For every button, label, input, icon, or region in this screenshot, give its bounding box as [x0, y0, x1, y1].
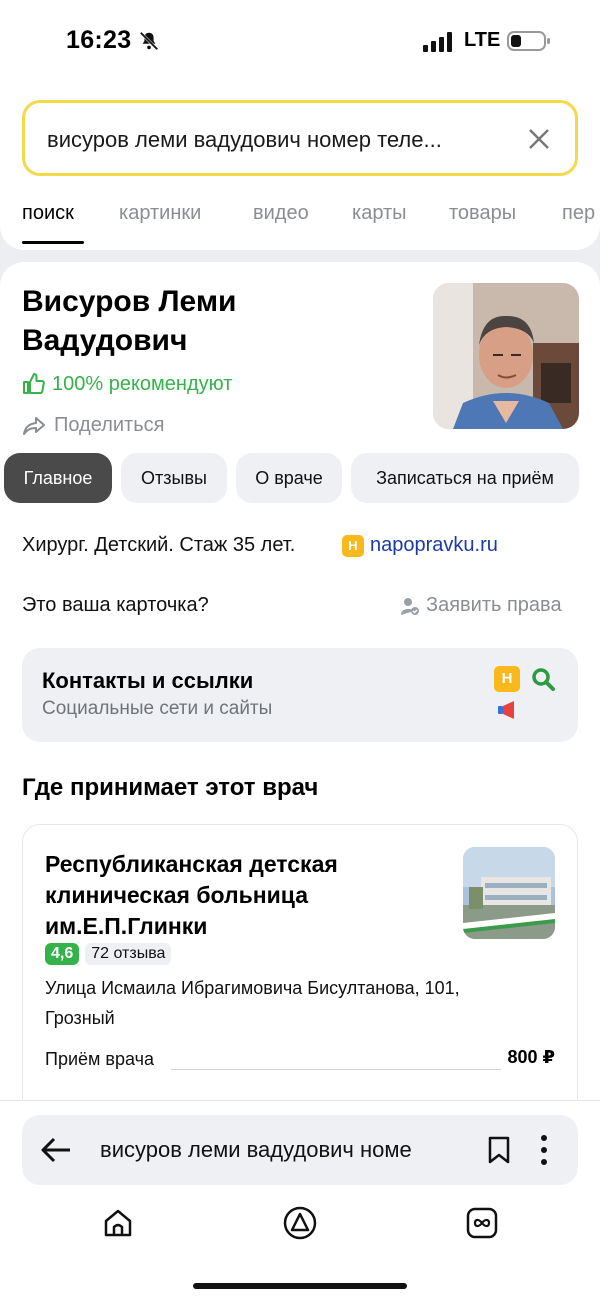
active-tab-underline	[22, 241, 84, 244]
doctor-card: Висуров Леми Вадудович 100% рекомендуют …	[0, 262, 600, 1124]
recommend-text: 100% рекомендуют	[52, 372, 233, 395]
cellular-signal-icon	[423, 32, 452, 52]
chip-book[interactable]: Записаться на приём	[351, 453, 579, 503]
clinic-rating: 4,6 72 отзыва	[45, 943, 172, 965]
contacts-icons: Н	[494, 666, 558, 726]
your-card-question: Это ваша карточка?	[22, 594, 209, 616]
network-type: LTE	[464, 29, 501, 51]
search-tabs: поиск картинки видео карты товары пер	[0, 196, 600, 250]
clear-icon[interactable]	[525, 125, 553, 153]
status-bar: 16:23 LTE	[0, 24, 600, 60]
share-label: Поделиться	[54, 414, 165, 436]
bottom-bar: висуров леми вадудович номе	[0, 1100, 600, 1300]
person-check-icon	[401, 597, 419, 615]
search-query[interactable]: висуров леми вадудович номер теле...	[47, 127, 517, 153]
recommend-line: 100% рекомендуют	[22, 372, 232, 396]
clinic-card[interactable]: Республиканская детская клиническая боль…	[22, 824, 578, 1124]
tab-images[interactable]: картинки	[119, 202, 201, 225]
battery-icon	[507, 31, 550, 51]
top-panel: 16:23 LTE висуров леми вадудович номер т…	[0, 0, 600, 250]
megaphone-icon	[498, 701, 514, 719]
tab-more[interactable]: пер	[562, 202, 595, 225]
chip-about[interactable]: О враче	[236, 453, 342, 503]
contacts-title: Контакты и ссылки	[42, 668, 254, 693]
claim-rights-button[interactable]: Заявить права	[400, 594, 562, 617]
claim-rights-label: Заявить права	[426, 594, 562, 616]
chip-main[interactable]: Главное	[4, 453, 112, 503]
doctor-name: Висуров Леми Вадудович	[22, 285, 237, 357]
tabs-icon[interactable]	[464, 1205, 500, 1241]
rating-badge: 4,6	[45, 943, 80, 965]
doctor-photo[interactable]	[433, 283, 579, 429]
share-icon	[23, 416, 45, 435]
price-label: Приём врача	[45, 1049, 154, 1069]
where-heading: Где принимает этот врач	[22, 774, 319, 801]
alice-assistant-icon[interactable]	[282, 1205, 318, 1241]
tab-maps[interactable]: карты	[352, 202, 407, 225]
clinic-photo[interactable]	[463, 847, 555, 939]
search-icon	[532, 668, 555, 691]
price-value: 800 ₽	[507, 1047, 555, 1067]
bookmark-icon[interactable]	[486, 1135, 512, 1165]
share-button[interactable]: Поделиться	[22, 414, 164, 437]
bell-muted-icon	[139, 31, 159, 51]
price-leader	[171, 1069, 501, 1070]
more-options-icon[interactable]	[538, 1133, 550, 1167]
napopravku-icon: Н	[494, 666, 520, 692]
back-arrow-icon[interactable]	[40, 1135, 72, 1165]
bottom-nav	[0, 1201, 600, 1251]
napopravku-icon: Н	[342, 534, 364, 557]
address-bar[interactable]: висуров леми вадудович номе	[22, 1115, 578, 1185]
tab-search[interactable]: поиск	[22, 202, 74, 225]
source-link[interactable]: Н napopravku.ru	[342, 534, 498, 557]
search-field[interactable]: висуров леми вадудович номер теле...	[22, 100, 578, 176]
reviews-count[interactable]: 72 отзыва	[85, 943, 172, 965]
tab-products[interactable]: товары	[449, 202, 516, 225]
contacts-card[interactable]: Контакты и ссылки Социальные сети и сайт…	[22, 648, 578, 742]
address-text[interactable]: висуров леми вадудович номе	[100, 1137, 462, 1163]
doctor-tabs: Главное Отзывы О враче Записаться на при…	[4, 453, 600, 503]
clinic-name[interactable]: Республиканская детская клиническая боль…	[45, 849, 405, 942]
home-indicator	[193, 1283, 407, 1289]
thumbs-up-icon	[23, 373, 45, 394]
clinic-address: Улица Исмаила Ибрагимовича Бисултанова, …	[45, 978, 460, 1028]
contacts-subtitle: Социальные сети и сайты	[42, 698, 273, 719]
doctor-specialty: Хирург. Детский. Стаж 35 лет.	[22, 534, 296, 556]
source-link-label[interactable]: napopravku.ru	[370, 534, 498, 557]
chip-reviews[interactable]: Отзывы	[121, 453, 227, 503]
status-time: 16:23	[66, 26, 132, 54]
home-icon[interactable]	[100, 1205, 136, 1241]
tab-video[interactable]: видео	[253, 202, 309, 225]
